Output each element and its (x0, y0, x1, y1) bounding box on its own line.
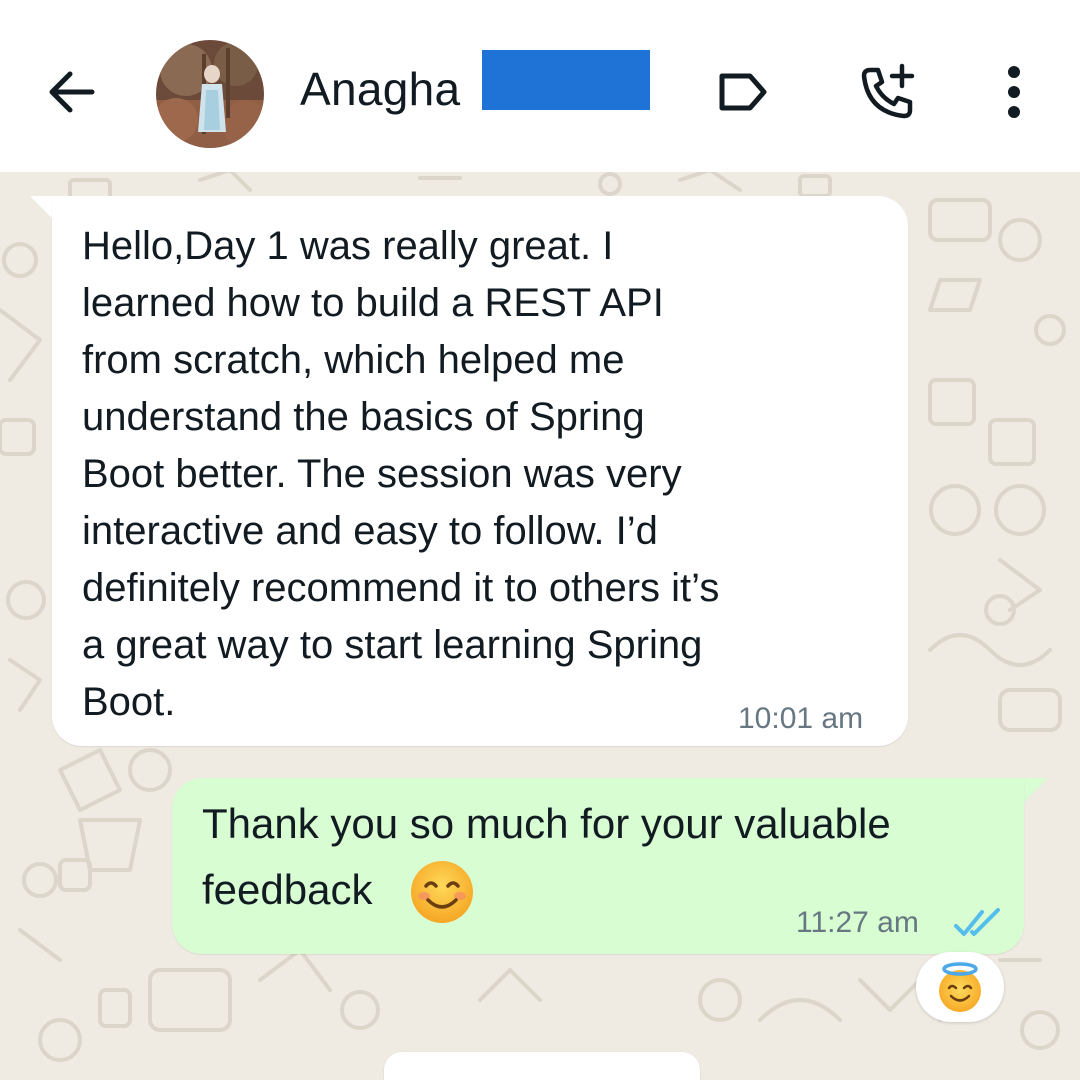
contact-name[interactable]: Anagha (300, 62, 460, 116)
message-reaction[interactable] (916, 952, 1004, 1022)
add-call-button[interactable] (852, 56, 924, 128)
label-tag-icon (719, 73, 767, 111)
outgoing-bubble-tail (1024, 778, 1048, 802)
more-vert-icon (1008, 66, 1020, 118)
chat-screen: Anagha Hello,Day 1 was really great. I l… (0, 0, 1080, 1080)
contact-avatar[interactable] (156, 40, 264, 148)
outgoing-message-text-line1: Thank you so much for your valuable (202, 800, 891, 847)
outgoing-message-time: 11:27 am (796, 906, 919, 939)
add-call-icon (861, 63, 915, 119)
more-options-button[interactable] (978, 56, 1050, 128)
incoming-message-time: 10:01 am (738, 702, 864, 735)
incoming-bubble-tail (30, 196, 54, 220)
smiling-face-icon (411, 861, 473, 923)
avatar-photo (156, 40, 264, 148)
back-button[interactable] (40, 60, 104, 124)
redaction-mark (482, 50, 650, 110)
double-check-read-icon (954, 908, 1000, 936)
incoming-message-text: Hello,Day 1 was really great. I learned … (82, 224, 720, 724)
label-button[interactable] (706, 56, 778, 128)
back-arrow-icon (49, 71, 95, 113)
chat-header: Anagha (0, 0, 1080, 172)
outgoing-message-text-line2: feedback (202, 866, 373, 913)
smiling-face-with-halo-icon (939, 962, 981, 1012)
date-separator (384, 1052, 700, 1080)
